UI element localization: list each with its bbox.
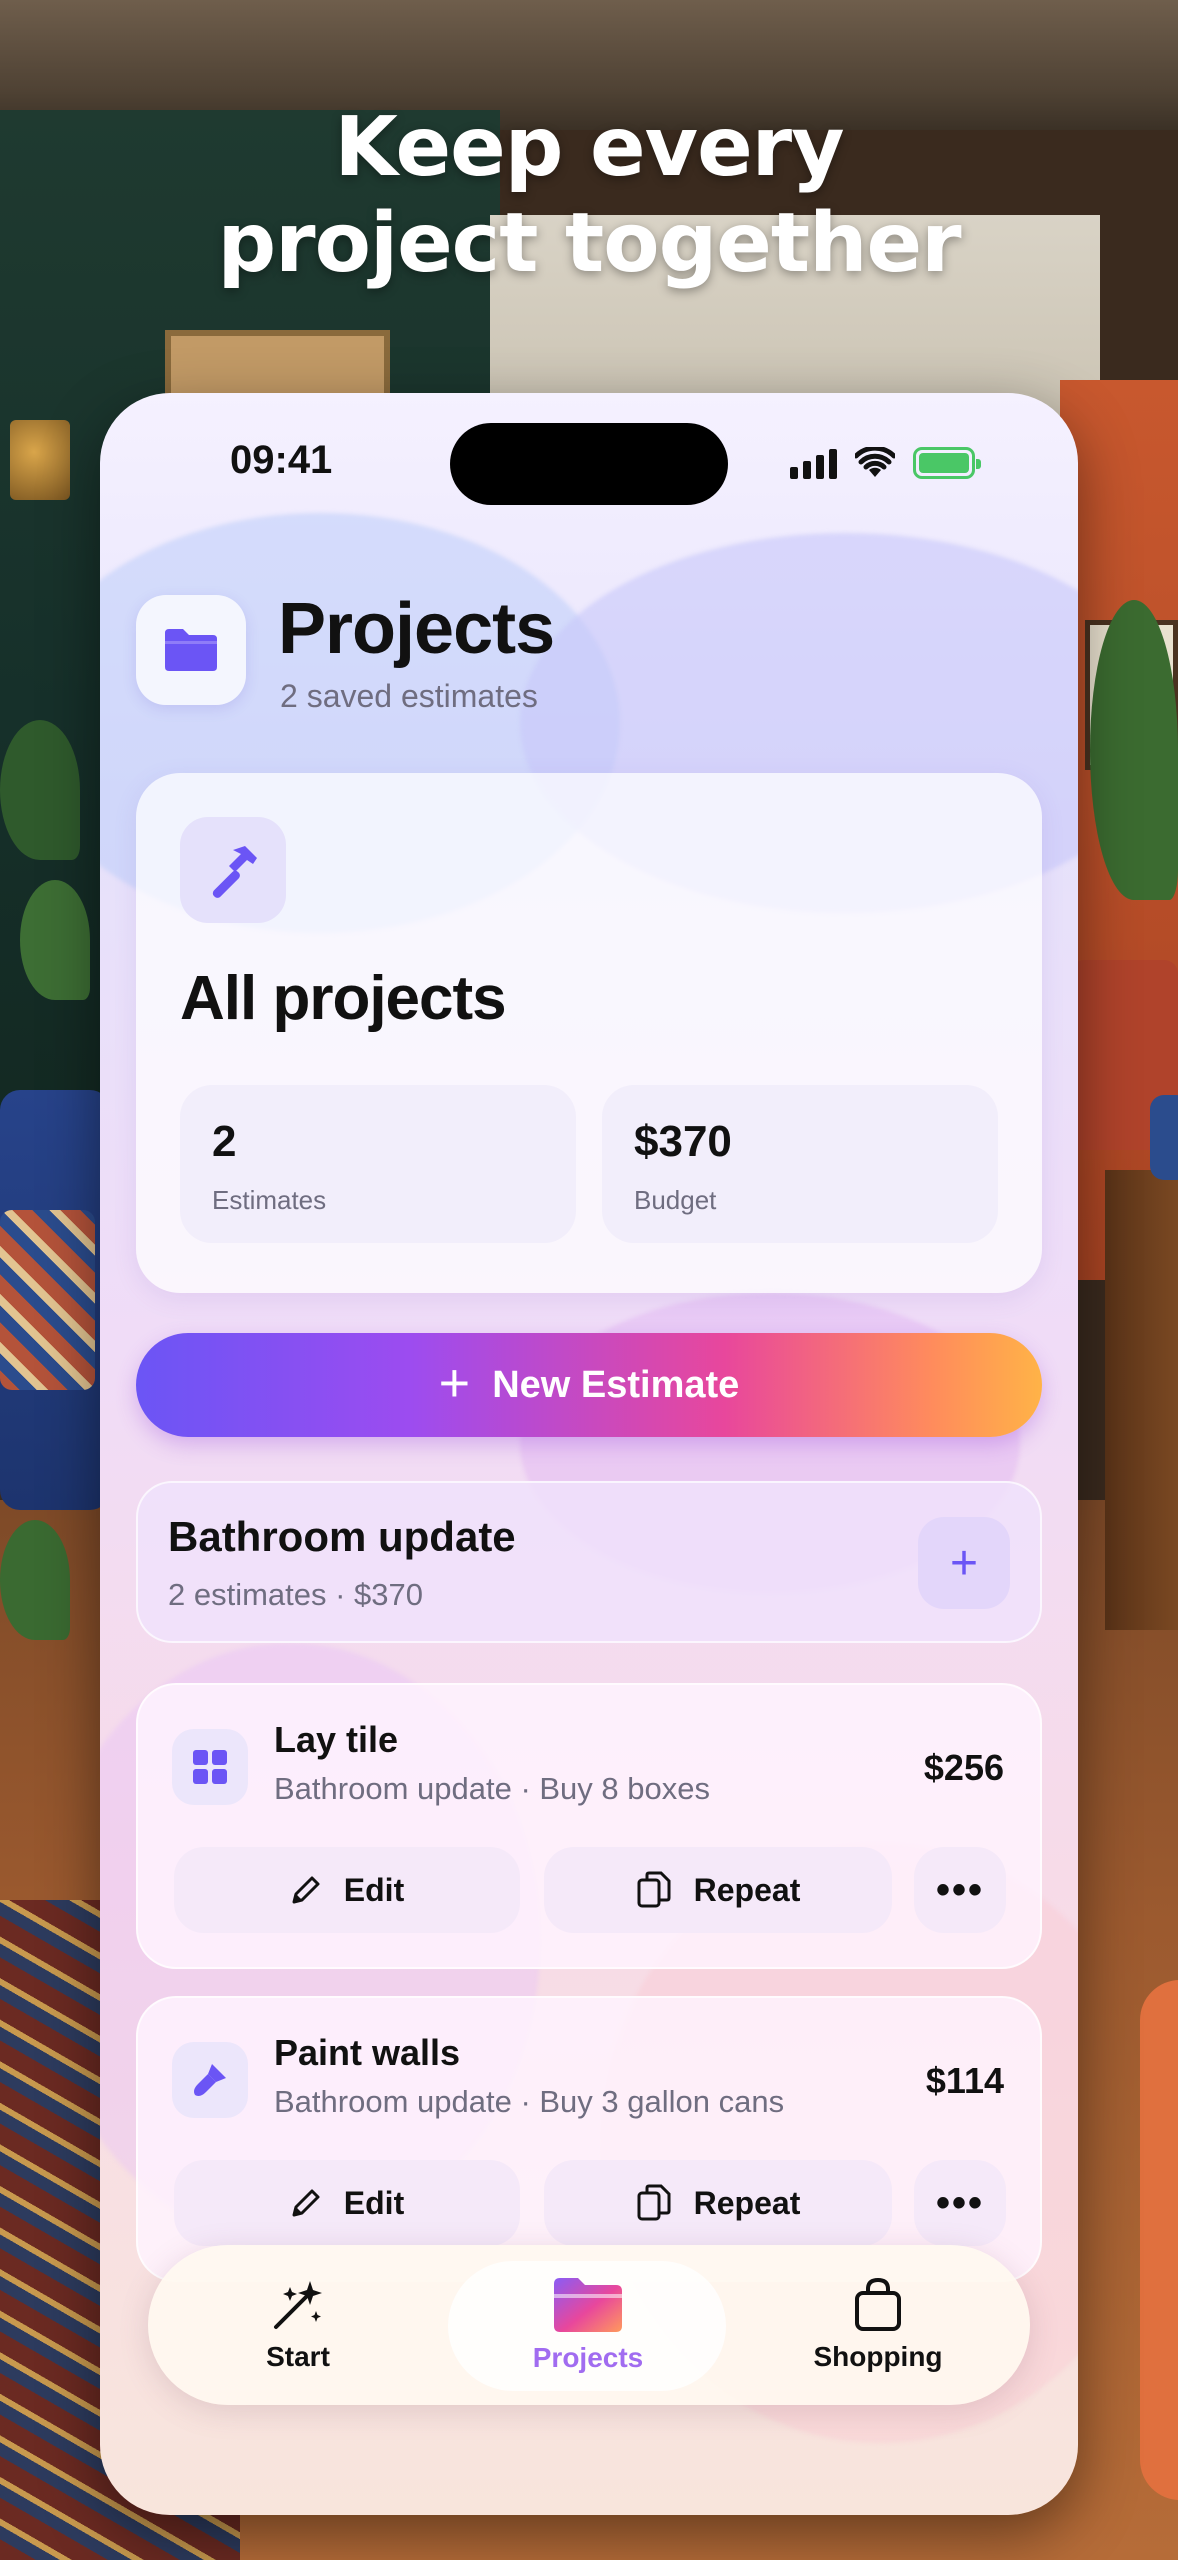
estimates-stat: 2 Estimates [180,1085,576,1243]
repeat-button[interactable]: Repeat [544,1847,892,1933]
edit-label: Edit [343,1871,405,1908]
more-options-button[interactable]: ••• [914,1847,1006,1933]
estimates-label: Estimates [212,1185,327,1215]
group-subtitle: 2 estimates · $370 [168,1577,424,1612]
repeat-label: Repeat [693,1871,801,1908]
plus-icon: + [949,1536,979,1590]
hammer-icon [180,817,286,923]
repeat-button[interactable]: Repeat [544,2160,892,2246]
estimate-title: Paint walls [274,2032,461,2073]
estimate-price: $256 [923,1747,1004,1788]
tab-start[interactable]: Start [188,2245,408,2405]
new-estimate-button[interactable]: + New Estimate [136,1333,1042,1437]
add-estimate-button[interactable]: + [918,1517,1010,1609]
group-title: Bathroom update [168,1513,516,1560]
wifi-icon [855,447,895,477]
pencil-icon [292,2189,320,2217]
status-bar: 09:41 [100,393,1078,543]
edit-button[interactable]: Edit [174,1847,520,1933]
budget-stat: $370 Budget [602,1085,998,1243]
all-projects-title: All projects [180,964,507,1033]
page-subtitle: 2 saved estimates [280,678,538,714]
more-options-button[interactable]: ••• [914,2160,1006,2246]
estimates-count: 2 [212,1117,237,1166]
budget-label: Budget [634,1185,717,1215]
signal-icon [790,449,837,479]
all-projects-card[interactable]: All projects 2 Estimates $370 Budget [136,773,1042,1293]
project-group-header[interactable]: Bathroom update 2 estimates · $370 + [136,1481,1042,1643]
new-estimate-label: New Estimate [492,1363,740,1406]
edit-label: Edit [343,2184,405,2221]
tab-shopping[interactable]: Shopping [768,2245,988,2405]
paint-brush-icon [172,2042,248,2118]
page-title: Projects [278,589,555,669]
tab-label: Start [266,2341,330,2372]
estimate-title: Lay tile [274,1719,399,1760]
tab-bar: Start Projects Shopping [148,2245,1030,2405]
folder-icon [136,595,246,705]
estimate-card-paint-walls[interactable]: Paint walls Bathroom update · Buy 3 gall… [136,1996,1042,2282]
folder-icon [554,2278,622,2332]
budget-value: $370 [634,1117,732,1166]
estimate-subtitle: Bathroom update · Buy 8 boxes [274,1771,710,1806]
estimate-subtitle: Bathroom update · Buy 3 gallon cans [274,2084,785,2119]
duplicate-icon [637,2184,671,2221]
dynamic-island [450,423,728,505]
repeat-label: Repeat [693,2184,801,2221]
tab-projects[interactable]: Projects [478,2245,698,2405]
tab-label: Projects [532,2342,644,2373]
shopping-bag-icon [855,2277,901,2331]
more-icon: ••• [935,1867,984,1912]
edit-button[interactable]: Edit [174,2160,520,2246]
plus-icon: + [438,1353,471,1413]
duplicate-icon [637,1871,671,1908]
estimate-card-lay-tile[interactable]: Lay tile Bathroom update · Buy 8 boxes $… [136,1683,1042,1969]
phone-screen: 09:41 Projects 2 saved estimates All pro… [100,393,1078,2515]
headline-line-2: project together [217,196,961,291]
marketing-headline: Keep every project together [0,100,1178,292]
battery-charging-icon [913,447,981,479]
sparkles-icon [274,2281,322,2329]
tab-label: Shopping [813,2341,943,2372]
estimate-price: $114 [925,2060,1004,2101]
headline-line-1: Keep every [334,100,844,195]
status-time: 09:41 [230,438,333,482]
more-icon: ••• [935,2180,984,2225]
pencil-icon [292,1876,320,1904]
tile-grid-icon [172,1729,248,1805]
